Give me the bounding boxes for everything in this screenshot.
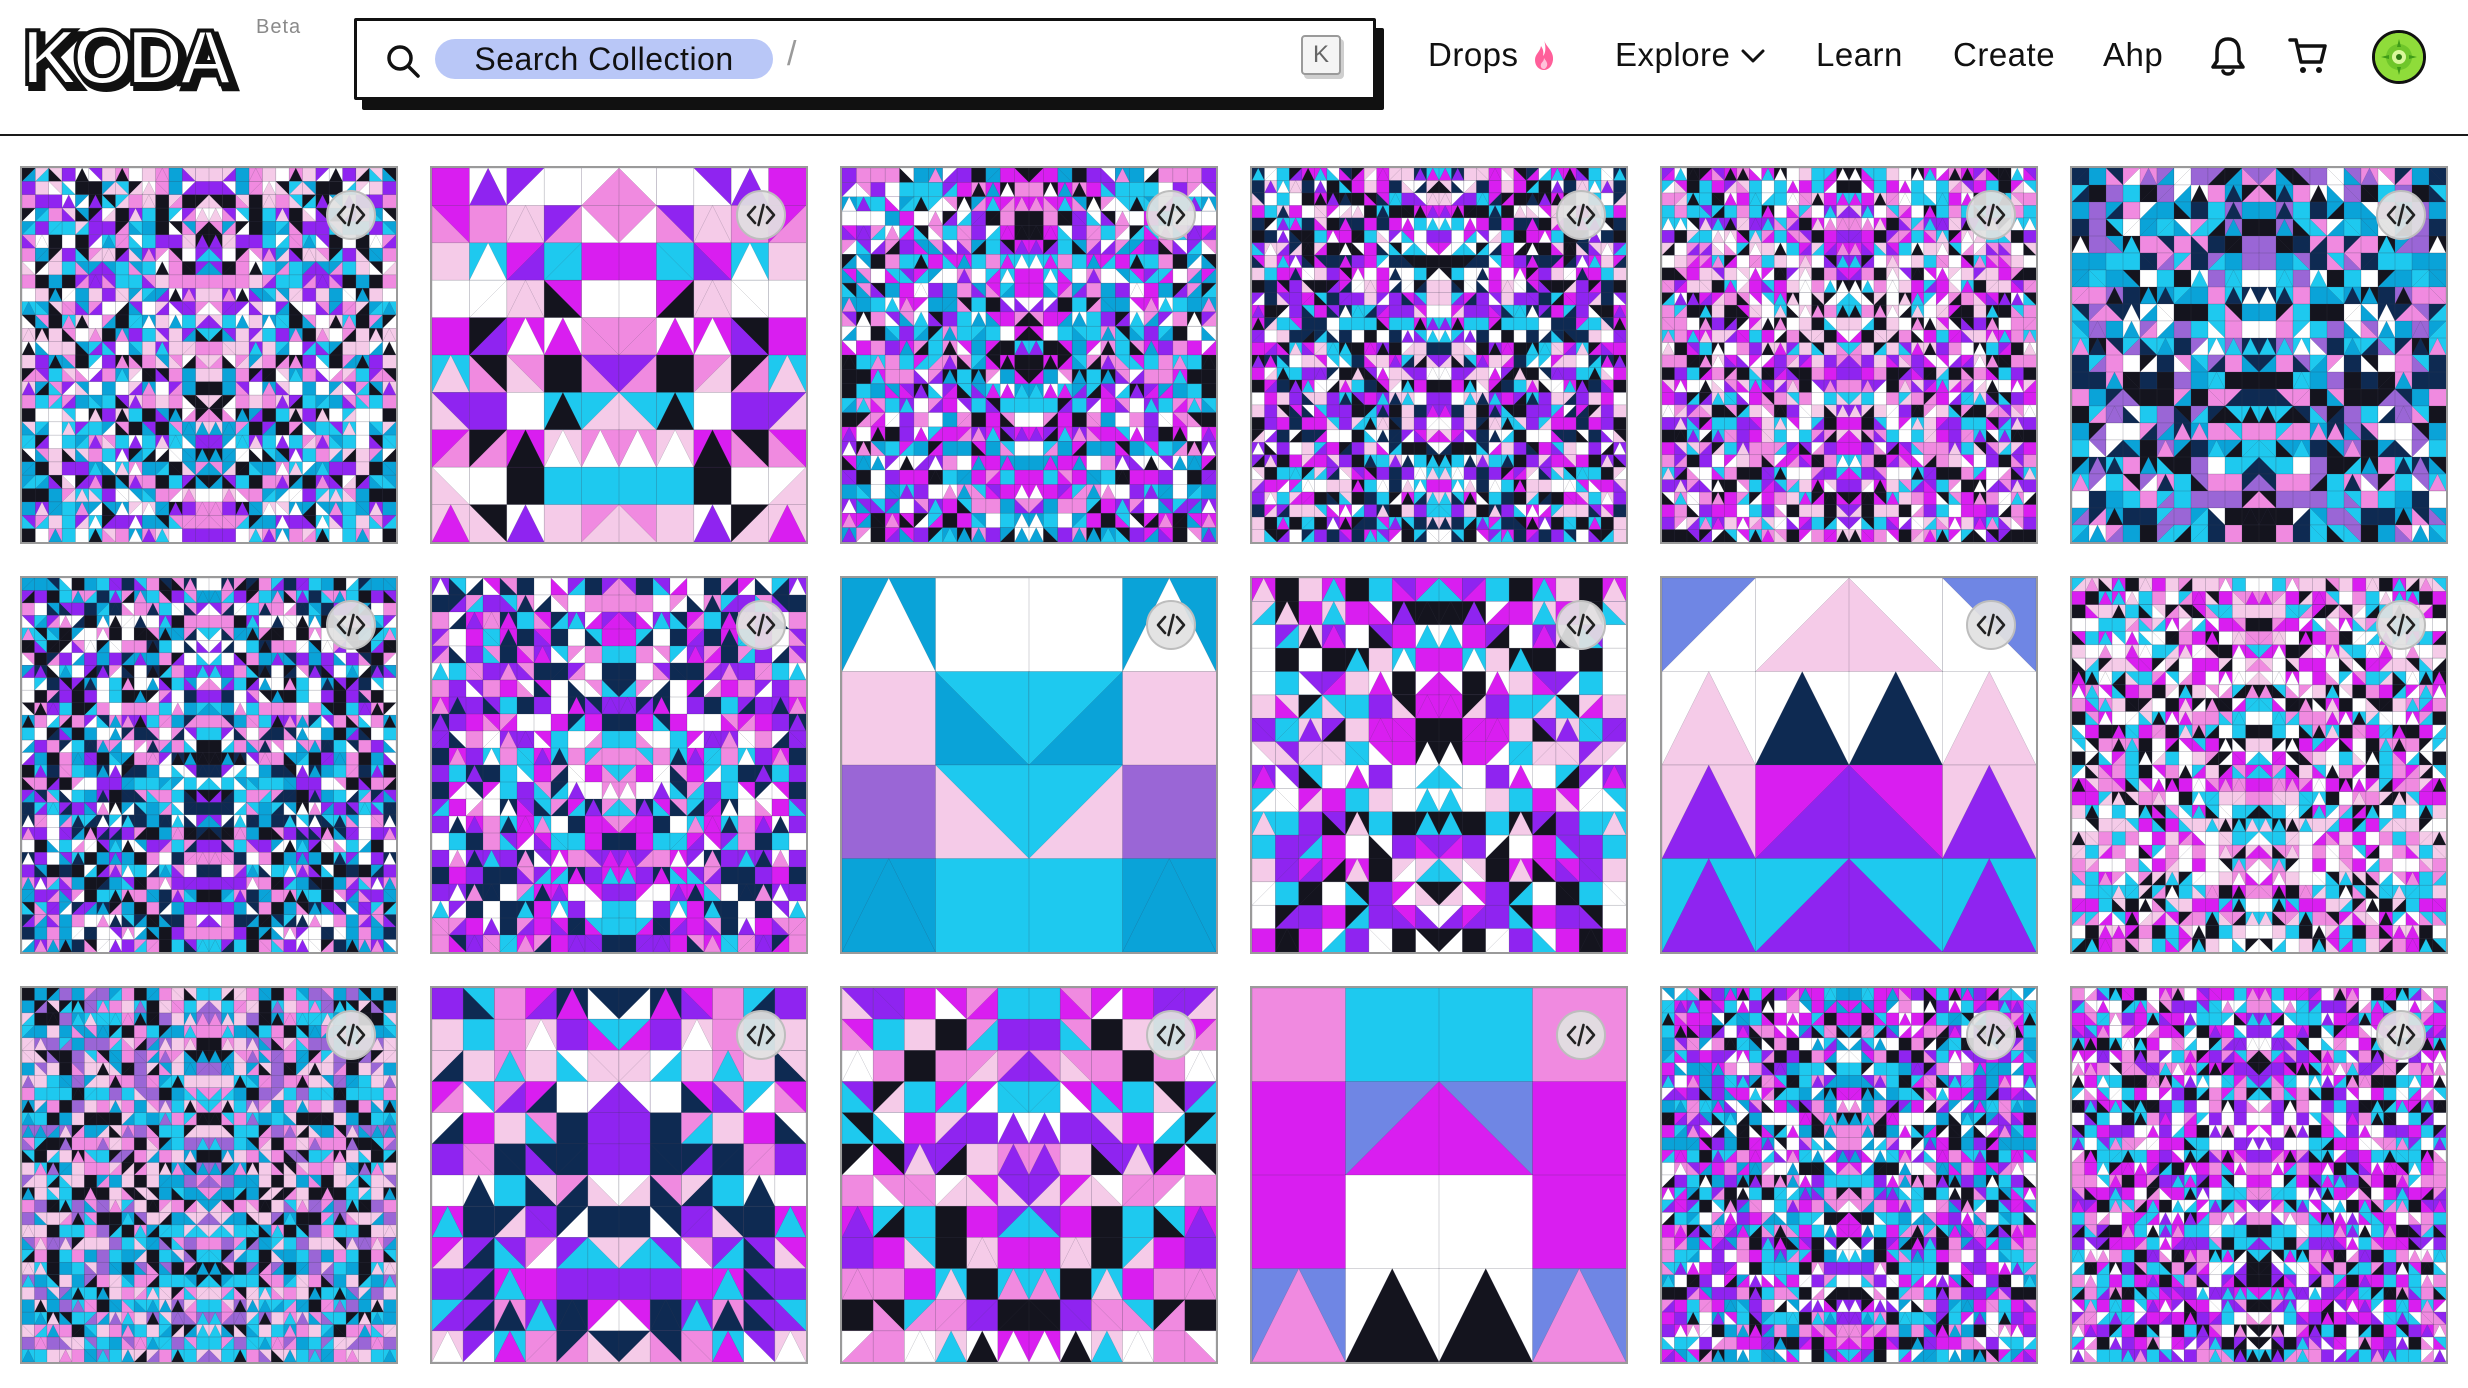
code-glyph <box>1156 1023 1186 1047</box>
beta-label: Beta <box>256 16 302 38</box>
nav-user-account[interactable]: Ahp <box>2103 36 2163 74</box>
code-icon[interactable] <box>1146 600 1196 650</box>
koda-logo[interactable]: KODA KODA <box>20 22 258 98</box>
code-icon[interactable] <box>1966 600 2016 650</box>
code-glyph <box>336 613 366 637</box>
code-glyph <box>2386 613 2416 637</box>
search-collection-chip[interactable]: Search Collection <box>435 39 773 79</box>
code-icon[interactable] <box>1556 1010 1606 1060</box>
avatar[interactable] <box>2372 30 2426 84</box>
code-glyph <box>746 1023 776 1047</box>
code-icon[interactable] <box>1146 1010 1196 1060</box>
artwork-card[interactable] <box>1660 986 2038 1364</box>
shortcut-key-hint: K <box>1301 35 1341 75</box>
artwork-card[interactable] <box>430 986 808 1364</box>
artwork-card[interactable] <box>20 986 398 1364</box>
artwork-card[interactable] <box>2070 166 2448 544</box>
code-icon[interactable] <box>326 600 376 650</box>
code-glyph <box>746 613 776 637</box>
code-icon[interactable] <box>1966 1010 2016 1060</box>
code-glyph <box>1976 203 2006 227</box>
bell-icon[interactable] <box>2208 34 2248 78</box>
cart-icon[interactable] <box>2288 36 2328 76</box>
collection-grid <box>0 136 2468 1388</box>
code-glyph <box>1566 1023 1596 1047</box>
search-bar[interactable]: Search Collection / K <box>354 18 1384 110</box>
code-icon[interactable] <box>1556 600 1606 650</box>
artwork-card[interactable] <box>2070 986 2448 1364</box>
nav-drops[interactable]: Drops <box>1428 36 1519 74</box>
code-glyph <box>746 203 776 227</box>
artwork-card[interactable] <box>840 166 1218 544</box>
code-icon[interactable] <box>736 190 786 240</box>
artwork-card[interactable] <box>1660 576 2038 954</box>
artwork-card[interactable] <box>20 576 398 954</box>
top-bar: KODA KODA Beta Search Collection / K Dro… <box>0 0 2468 136</box>
code-icon[interactable] <box>2376 600 2426 650</box>
code-glyph <box>1566 203 1596 227</box>
artwork-card[interactable] <box>840 576 1218 954</box>
code-icon[interactable] <box>326 1010 376 1060</box>
artwork-card[interactable] <box>20 166 398 544</box>
artwork-card[interactable] <box>1250 576 1628 954</box>
code-icon[interactable] <box>326 190 376 240</box>
code-icon[interactable] <box>736 1010 786 1060</box>
artwork-card[interactable] <box>1660 166 2038 544</box>
flame-icon <box>1535 40 1554 70</box>
code-glyph <box>336 1023 366 1047</box>
logo-text: KODA <box>22 22 232 98</box>
search-icon[interactable] <box>385 43 421 79</box>
code-icon[interactable] <box>1556 190 1606 240</box>
code-icon[interactable] <box>736 600 786 650</box>
code-icon[interactable] <box>1966 190 2016 240</box>
code-icon[interactable] <box>2376 190 2426 240</box>
code-glyph <box>1976 1023 2006 1047</box>
artwork-card[interactable] <box>430 576 808 954</box>
artwork-card[interactable] <box>430 166 808 544</box>
search-slash: / <box>787 35 797 73</box>
code-glyph <box>2386 1023 2416 1047</box>
code-icon[interactable] <box>2376 1010 2426 1060</box>
nav-learn[interactable]: Learn <box>1816 36 1903 74</box>
code-glyph <box>1156 203 1186 227</box>
code-glyph <box>1566 613 1596 637</box>
artwork-card[interactable] <box>1250 166 1628 544</box>
code-icon[interactable] <box>1146 190 1196 240</box>
nav-explore[interactable]: Explore <box>1615 36 1730 74</box>
code-glyph <box>1156 613 1186 637</box>
chevron-down-icon[interactable] <box>1741 48 1765 64</box>
code-glyph <box>336 203 366 227</box>
code-glyph <box>2386 203 2416 227</box>
search-input[interactable]: Search Collection / K <box>354 18 1376 100</box>
code-glyph <box>1976 613 2006 637</box>
artwork-card[interactable] <box>840 986 1218 1364</box>
avatar-image <box>2375 33 2423 81</box>
nav-create[interactable]: Create <box>1953 36 2055 74</box>
artwork-card[interactable] <box>2070 576 2448 954</box>
artwork-card[interactable] <box>1250 986 1628 1364</box>
